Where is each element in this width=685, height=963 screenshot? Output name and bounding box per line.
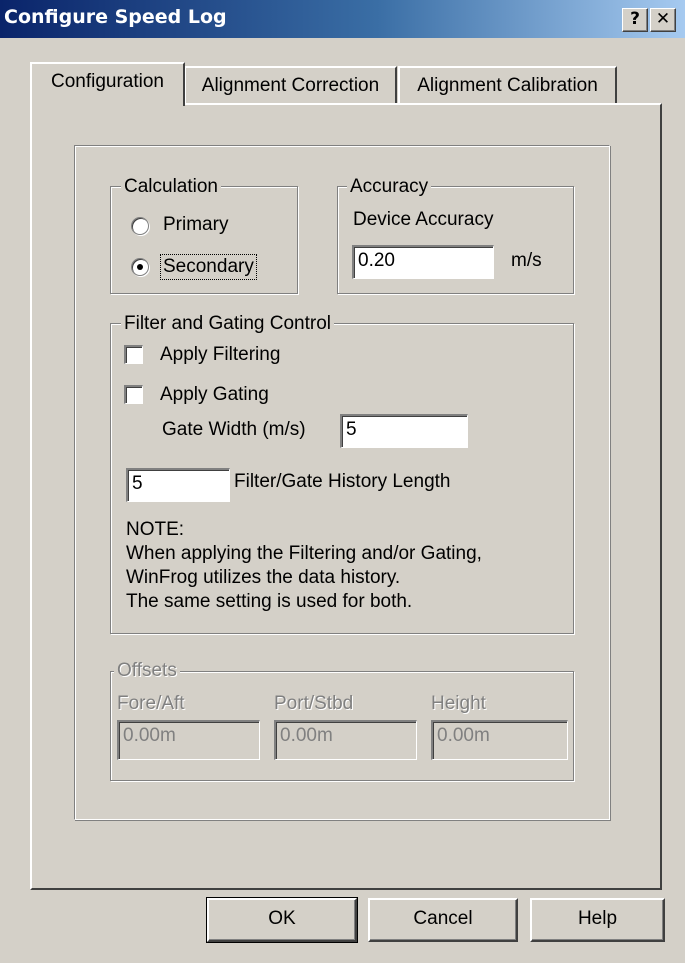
history-length-label: Filter/Gate History Length <box>234 471 451 492</box>
port-stbd-label: Port/Stbd <box>274 693 354 714</box>
primary-label: Primary <box>163 214 229 235</box>
accuracy-legend: Accuracy <box>347 176 432 198</box>
help-icon[interactable]: ? <box>622 8 648 32</box>
device-accuracy-label: Device Accuracy <box>353 209 494 230</box>
ok-button[interactable]: OK <box>206 897 358 943</box>
height-input: 0.00m <box>431 720 568 760</box>
gate-width-label: Gate Width (m/s) <box>162 419 306 440</box>
cancel-button[interactable]: Cancel <box>368 898 518 942</box>
tab-alignment-correction[interactable]: Alignment Correction <box>184 66 397 104</box>
secondary-label: Secondary <box>160 254 257 280</box>
help-button[interactable]: Help <box>530 898 665 942</box>
history-length-input[interactable]: 5 <box>126 468 230 502</box>
gate-width-input[interactable]: 5 <box>340 414 468 448</box>
accuracy-unit: m/s <box>511 250 542 271</box>
tab-alignment-correction-label: Alignment Correction <box>201 75 380 96</box>
height-label: Height <box>431 693 486 714</box>
apply-filtering-label: Apply Filtering <box>160 344 281 365</box>
port-stbd-input: 0.00m <box>274 720 417 760</box>
device-accuracy-input[interactable]: 0.20 <box>352 245 494 279</box>
note-line: The same setting is used for both. <box>126 591 413 612</box>
fore-aft-label: Fore/Aft <box>117 693 185 714</box>
window-title: Configure Speed Log <box>4 6 227 28</box>
apply-filtering-checkbox[interactable] <box>124 345 143 364</box>
apply-gating-checkbox[interactable] <box>124 385 143 404</box>
close-icon[interactable]: ✕ <box>650 8 676 32</box>
tab-alignment-calibration-label: Alignment Calibration <box>417 75 598 96</box>
fore-aft-input: 0.00m <box>117 720 260 760</box>
secondary-radio-dot <box>137 264 143 270</box>
calculation-legend: Calculation <box>121 176 221 198</box>
tab-configuration-label: Configuration <box>50 71 165 92</box>
apply-gating-label: Apply Gating <box>160 384 269 405</box>
note-line: When applying the Filtering and/or Gatin… <box>126 543 482 564</box>
tab-configuration[interactable]: Configuration <box>30 62 185 106</box>
filter-gating-legend: Filter and Gating Control <box>121 313 334 335</box>
offsets-legend: Offsets <box>114 660 180 682</box>
secondary-radio[interactable] <box>131 258 149 276</box>
note-line: WinFrog utilizes the data history. <box>126 567 401 588</box>
tab-alignment-calibration[interactable]: Alignment Calibration <box>398 66 617 104</box>
primary-radio[interactable] <box>131 217 149 235</box>
note-title: NOTE: <box>126 519 185 540</box>
